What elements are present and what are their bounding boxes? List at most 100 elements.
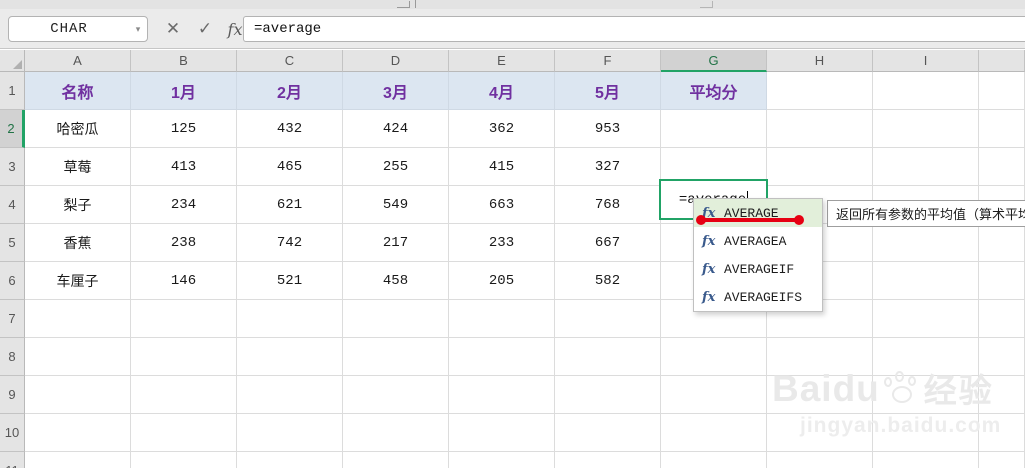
column-header-C[interactable]: C [237,50,343,72]
column-header-E[interactable]: E [449,50,555,72]
cell-I10[interactable] [873,414,979,452]
cell-I5[interactable] [873,224,979,262]
cell-B6[interactable]: 146 [131,262,237,300]
cell-C5[interactable]: 742 [237,224,343,262]
cell-H3[interactable] [767,148,873,186]
cell-J11[interactable] [979,452,1025,468]
cell-F3[interactable]: 327 [555,148,661,186]
autocomplete-item-averageifs[interactable]: fx AVERAGEIFS [694,283,822,311]
cell-E2[interactable]: 362 [449,110,555,148]
row-header-8[interactable]: 8 [0,338,25,376]
cell-A2[interactable]: 哈密瓜 [25,110,131,148]
cell-D6[interactable]: 458 [343,262,449,300]
cell-A1[interactable]: 名称 [25,72,131,110]
formula-input[interactable]: =average [243,16,1025,42]
cell-D7[interactable] [343,300,449,338]
cell-C2[interactable]: 432 [237,110,343,148]
cell-J10[interactable] [979,414,1025,452]
cell-J9[interactable] [979,376,1025,414]
cell-A4[interactable]: 梨子 [25,186,131,224]
cell-B8[interactable] [131,338,237,376]
cell-D1[interactable]: 3月 [343,72,449,110]
cell-B4[interactable]: 234 [131,186,237,224]
cell-G2[interactable] [661,110,767,148]
cell-E10[interactable] [449,414,555,452]
cell-C4[interactable]: 621 [237,186,343,224]
cell-H2[interactable] [767,110,873,148]
cell-J3[interactable] [979,148,1025,186]
cell-J6[interactable] [979,262,1025,300]
cell-B1[interactable]: 1月 [131,72,237,110]
cell-B7[interactable] [131,300,237,338]
cell-F9[interactable] [555,376,661,414]
cell-I8[interactable] [873,338,979,376]
cell-A3[interactable]: 草莓 [25,148,131,186]
cell-I11[interactable] [873,452,979,468]
cell-H1[interactable] [767,72,873,110]
column-header-H[interactable]: H [767,50,873,72]
cell-D2[interactable]: 424 [343,110,449,148]
cell-B11[interactable] [131,452,237,468]
cell-E3[interactable]: 415 [449,148,555,186]
cell-D11[interactable] [343,452,449,468]
cell-C10[interactable] [237,414,343,452]
column-header-B[interactable]: B [131,50,237,72]
cell-H10[interactable] [767,414,873,452]
column-header-F[interactable]: F [555,50,661,72]
cell-D3[interactable]: 255 [343,148,449,186]
cell-H11[interactable] [767,452,873,468]
cell-C1[interactable]: 2月 [237,72,343,110]
cell-B3[interactable]: 413 [131,148,237,186]
cell-I2[interactable] [873,110,979,148]
cell-C7[interactable] [237,300,343,338]
cell-F11[interactable] [555,452,661,468]
cell-B5[interactable]: 238 [131,224,237,262]
cell-D10[interactable] [343,414,449,452]
cell-J8[interactable] [979,338,1025,376]
cell-H9[interactable] [767,376,873,414]
cell-B10[interactable] [131,414,237,452]
row-header-9[interactable]: 9 [0,376,25,414]
cell-I3[interactable] [873,148,979,186]
cell-F5[interactable]: 667 [555,224,661,262]
row-header-2[interactable]: 2 [0,110,25,148]
cell-J1[interactable] [979,72,1025,110]
cancel-icon[interactable]: ✕ [160,16,186,42]
cell-A7[interactable] [25,300,131,338]
cell-H8[interactable] [767,338,873,376]
cell-F10[interactable] [555,414,661,452]
cell-G9[interactable] [661,376,767,414]
cell-E11[interactable] [449,452,555,468]
cell-F4[interactable]: 768 [555,186,661,224]
cell-J2[interactable] [979,110,1025,148]
column-header-partial[interactable] [979,50,1025,72]
cell-F8[interactable] [555,338,661,376]
cell-I6[interactable] [873,262,979,300]
row-header-1[interactable]: 1 [0,72,25,110]
autocomplete-item-averagea[interactable]: fx AVERAGEA [694,227,822,255]
column-header-D[interactable]: D [343,50,449,72]
cell-G1[interactable]: 平均分 [661,72,767,110]
cell-I9[interactable] [873,376,979,414]
cell-E1[interactable]: 4月 [449,72,555,110]
autocomplete-item-averageif[interactable]: fx AVERAGEIF [694,255,822,283]
cell-E8[interactable] [449,338,555,376]
cell-G8[interactable] [661,338,767,376]
cell-A9[interactable] [25,376,131,414]
cell-B2[interactable]: 125 [131,110,237,148]
row-header-11[interactable]: 11 [0,452,25,468]
row-header-5[interactable]: 5 [0,224,25,262]
cell-D5[interactable]: 217 [343,224,449,262]
row-header-10[interactable]: 10 [0,414,25,452]
cell-C3[interactable]: 465 [237,148,343,186]
cell-C8[interactable] [237,338,343,376]
cell-G10[interactable] [661,414,767,452]
cell-E5[interactable]: 233 [449,224,555,262]
cell-D8[interactable] [343,338,449,376]
row-header-6[interactable]: 6 [0,262,25,300]
cell-F2[interactable]: 953 [555,110,661,148]
row-header-7[interactable]: 7 [0,300,25,338]
cell-A11[interactable] [25,452,131,468]
cell-C11[interactable] [237,452,343,468]
cell-A8[interactable] [25,338,131,376]
